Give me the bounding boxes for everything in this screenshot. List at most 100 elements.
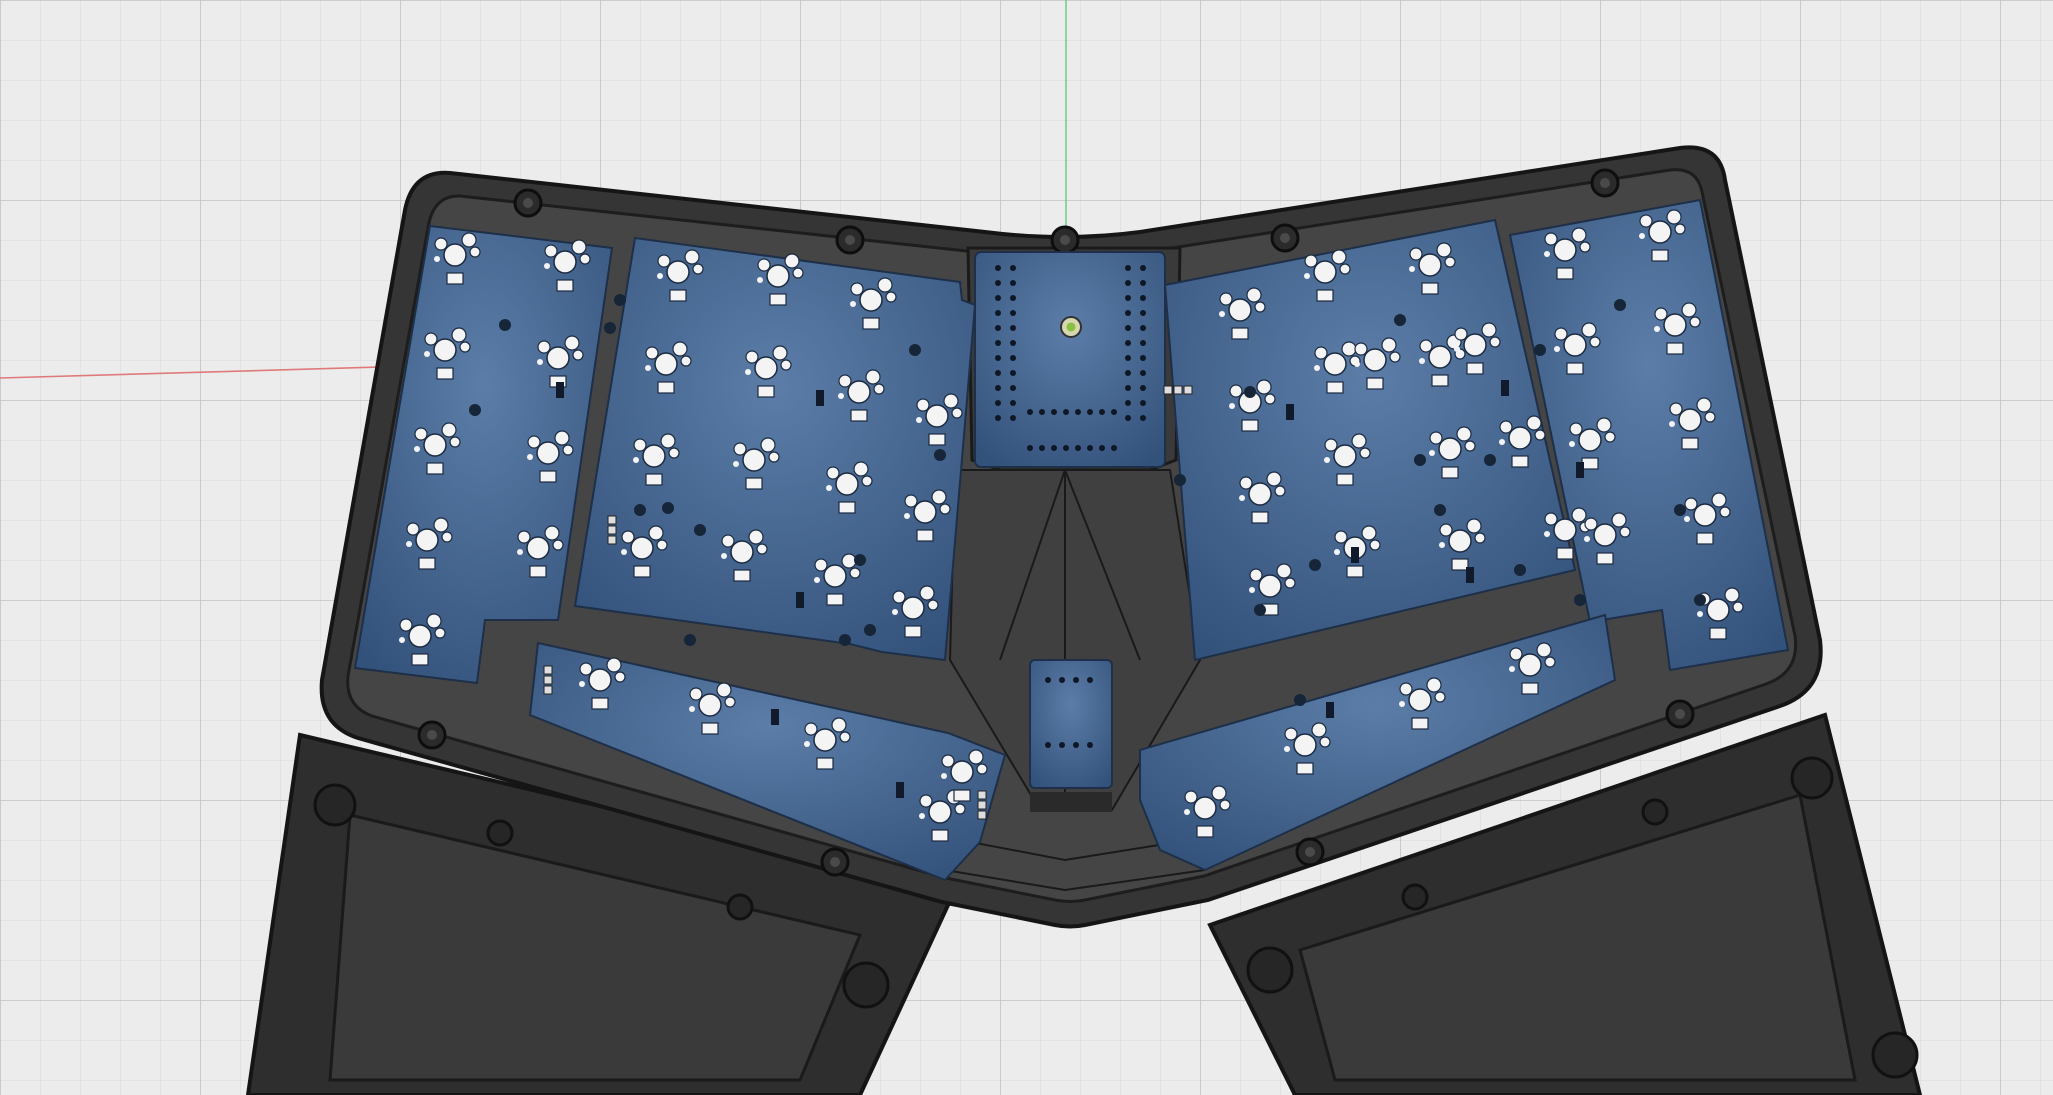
header-pad-icon: [607, 515, 617, 525]
case-bolt-head-icon: [1600, 178, 1610, 188]
header-pin-icon: [995, 340, 1001, 346]
header-pin-icon: [1125, 310, 1131, 316]
mount-hole-icon: [1254, 604, 1266, 616]
switch-via-icon: [1354, 361, 1360, 367]
switch-pin-hole-icon: [668, 447, 680, 459]
switch-pin-hole-icon: [1341, 341, 1357, 357]
switch-pin-hole-icon: [579, 253, 591, 265]
switch-pin-hole-icon: [633, 438, 647, 452]
header-pad-icon: [607, 525, 617, 535]
switch-center-hole-icon: [1293, 733, 1317, 757]
header-pin-icon: [1063, 445, 1069, 451]
wrist-rest-bolt-icon: [1790, 756, 1834, 800]
switch-pin-hole-icon: [571, 239, 587, 255]
switch-via-icon: [1219, 311, 1225, 317]
switch-pin-hole-icon: [1544, 512, 1558, 526]
diode-pad-icon: [591, 697, 609, 710]
switch-via-icon: [537, 359, 543, 365]
header-pin-icon: [1010, 385, 1016, 391]
switch-pin-hole-icon: [1454, 327, 1468, 341]
switch-pin-hole-icon: [441, 531, 453, 543]
header-pin-icon: [1140, 310, 1146, 316]
switch-center-hole-icon: [754, 356, 778, 380]
switch-via-icon: [745, 369, 751, 375]
header-pad-icon: [1183, 385, 1193, 395]
switch-pin-hole-icon: [1274, 485, 1286, 497]
switch-center-hole-icon: [666, 260, 690, 284]
header-pad-icon: [1163, 385, 1173, 395]
switch-center-hole-icon: [813, 728, 837, 752]
switch-pin-hole-icon: [760, 437, 776, 453]
wrist-rest-bolt-icon: [313, 783, 357, 827]
switch-via-icon: [1304, 273, 1310, 279]
switch-pin-hole-icon: [441, 422, 457, 438]
switch-pin-hole-icon: [406, 522, 420, 536]
header-pad-icon: [607, 535, 617, 545]
switch-via-icon: [1439, 542, 1445, 548]
switch-pin-hole-icon: [684, 249, 700, 265]
switch-pin-hole-icon: [656, 539, 668, 551]
header-pin-icon: [1039, 445, 1045, 451]
switch-via-icon: [689, 706, 695, 712]
switch-via-icon: [1429, 450, 1435, 456]
switch-pin-hole-icon: [968, 749, 984, 765]
case-bolt-head-icon: [845, 235, 855, 245]
diode-pad-icon: [1466, 362, 1484, 375]
switch-center-hole-icon: [1228, 298, 1252, 322]
diode-pad-icon: [1566, 362, 1584, 375]
switch-pin-hole-icon: [552, 539, 564, 551]
switch-pin-hole-icon: [1304, 254, 1318, 268]
header-pin-icon: [1140, 265, 1146, 271]
switch-via-icon: [814, 577, 820, 583]
header-pin-icon: [995, 370, 1001, 376]
header-pin-icon: [1010, 370, 1016, 376]
switch-pin-hole-icon: [849, 567, 861, 579]
switch-pin-hole-icon: [877, 277, 893, 293]
switch-via-icon: [919, 813, 925, 819]
switch-pin-hole-icon: [1314, 346, 1328, 360]
cad-3d-viewport[interactable]: [0, 0, 2053, 1095]
mount-hole-icon: [1484, 454, 1496, 466]
diode-pad-icon: [1441, 466, 1459, 479]
mount-hole-icon: [694, 524, 706, 536]
header-pin-icon: [995, 295, 1001, 301]
switch-pin-hole-icon: [1339, 263, 1351, 275]
case-bolt-head-icon: [830, 857, 840, 867]
switch-center-hole-icon: [1248, 482, 1272, 506]
switch-pin-hole-icon: [1284, 727, 1298, 741]
diode-pad-icon: [1326, 381, 1344, 394]
diode-pad-icon: [904, 625, 922, 638]
switch-pin-hole-icon: [1571, 507, 1587, 523]
switch-pin-hole-icon: [433, 517, 449, 533]
switch-pin-hole-icon: [1689, 316, 1701, 328]
switch-center-hole-icon: [1508, 426, 1532, 450]
switch-pin-hole-icon: [976, 763, 988, 775]
header-pin-icon: [1010, 310, 1016, 316]
mount-hole-icon: [469, 404, 481, 416]
header-pin-icon: [1075, 445, 1081, 451]
switch-pin-hole-icon: [1554, 327, 1568, 341]
switch-pin-hole-icon: [1249, 568, 1263, 582]
header-pin-icon: [1099, 445, 1105, 451]
controller-pcb[interactable]: [974, 251, 1166, 468]
switch-pin-hole-icon: [756, 543, 768, 555]
header-pin-icon: [1125, 295, 1131, 301]
diode-pad-icon: [1511, 455, 1529, 468]
switch-pin-hole-icon: [721, 534, 735, 548]
diode-pad-icon: [1231, 327, 1249, 340]
switch-pin-hole-icon: [850, 282, 864, 296]
switch-via-icon: [1697, 611, 1703, 617]
switch-via-icon: [850, 301, 856, 307]
switch-via-icon: [916, 417, 922, 423]
header-pin-icon: [1125, 265, 1131, 271]
switch-via-icon: [1639, 233, 1645, 239]
switch-center-hole-icon: [415, 528, 439, 552]
model-scene[interactable]: [0, 0, 2053, 1095]
diode-pad-icon: [733, 569, 751, 582]
header-pin-icon: [1140, 415, 1146, 421]
switch-center-hole-icon: [1553, 238, 1577, 262]
switch-via-icon: [527, 454, 533, 460]
switch-via-icon: [434, 256, 440, 262]
switch-pin-hole-icon: [1219, 799, 1231, 811]
mount-hole-icon: [684, 634, 696, 646]
